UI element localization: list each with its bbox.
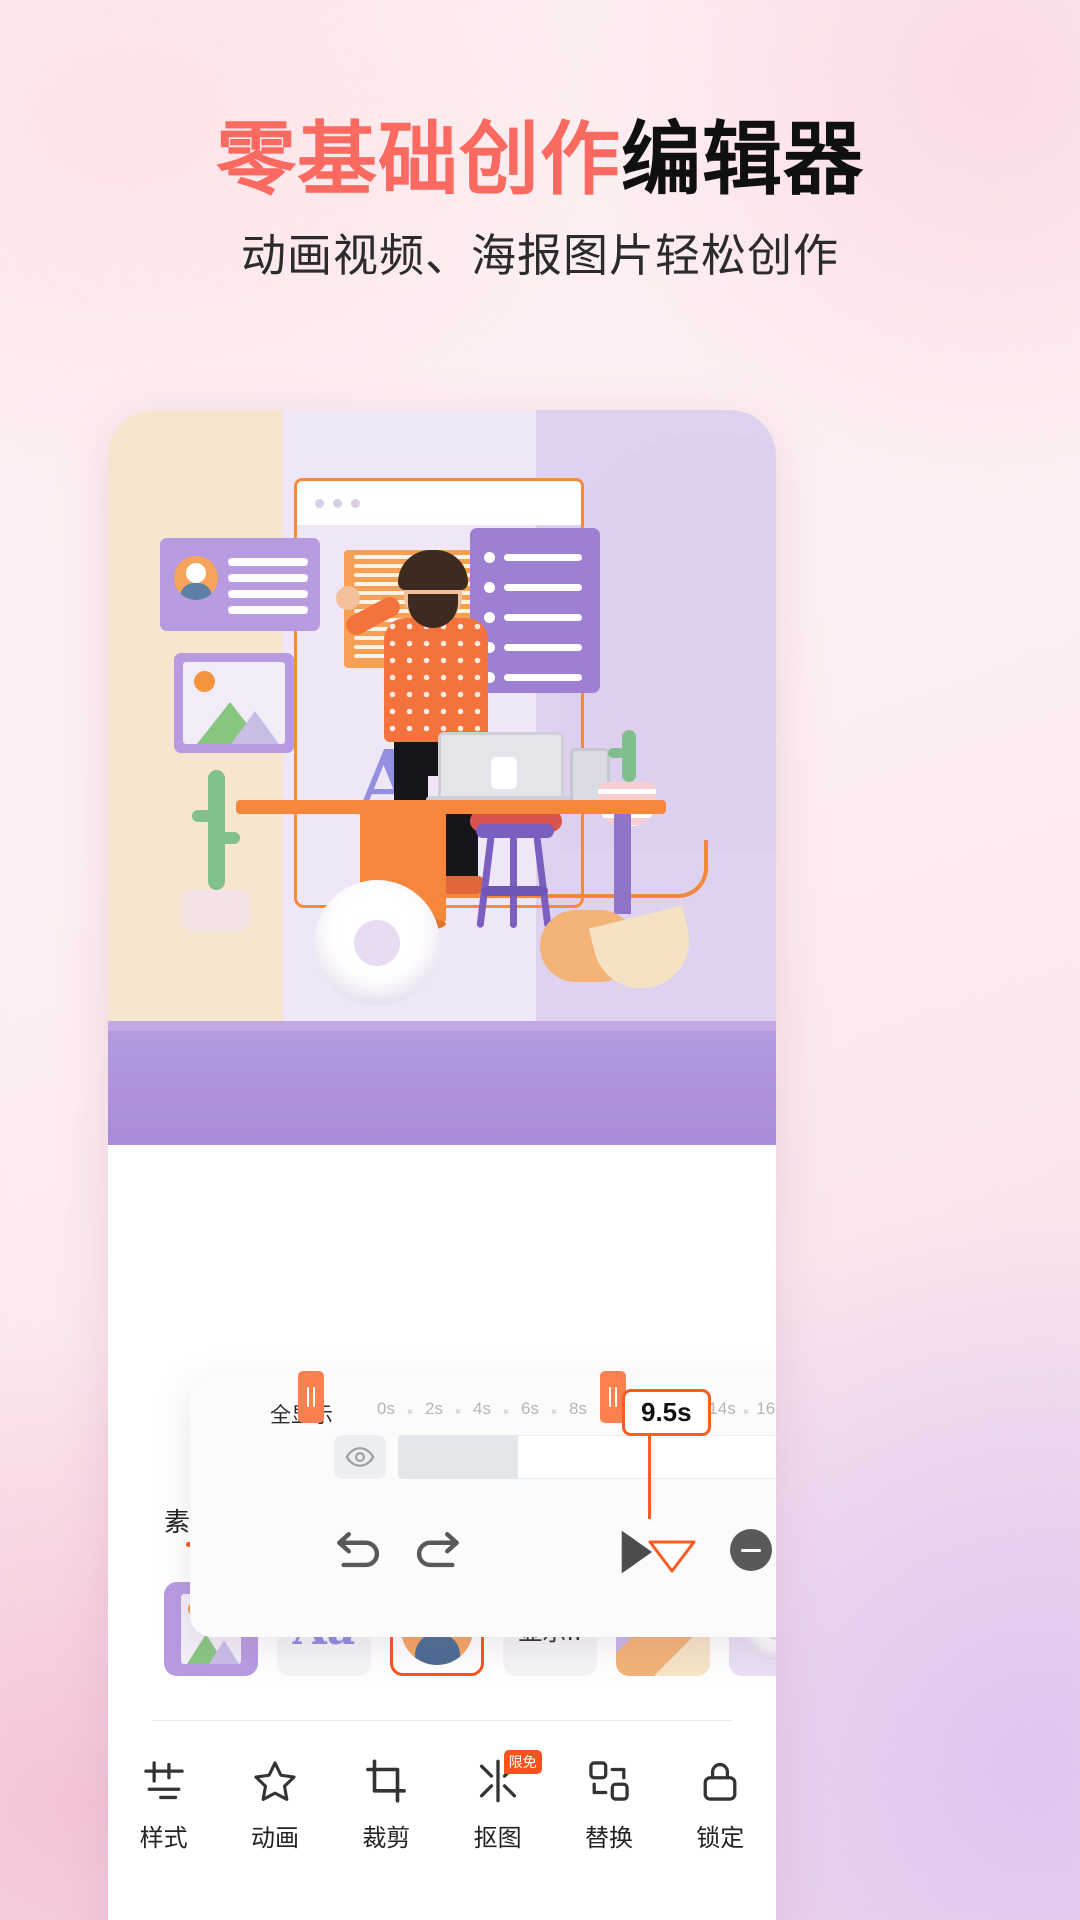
editor-toolbar: 样式 动画 裁剪 限免 抠图 替换 锁定 [108, 1740, 776, 1870]
crop-icon [366, 1758, 407, 1803]
trim-handle-left[interactable] [298, 1371, 324, 1423]
editor-canvas-preview[interactable]: Aa [108, 410, 776, 1145]
desk-leg-graphic [614, 814, 631, 914]
page-title-plain: 编辑器 [621, 113, 864, 206]
layer-visibility-toggle[interactable] [334, 1435, 386, 1479]
play-icon [621, 1530, 653, 1574]
toolbar-divider [152, 1720, 732, 1721]
imac-graphic [438, 732, 564, 804]
tool-lock-label: 锁定 [696, 1823, 745, 1852]
ruler-tick-label: 6s [521, 1399, 539, 1418]
lock-icon [703, 1762, 737, 1801]
undo-icon [337, 1532, 380, 1568]
ruler-tick-dot [503, 1409, 509, 1414]
ruler-tick-label: 2s [425, 1399, 443, 1418]
canvas-floor [108, 1021, 776, 1145]
profile-card-graphic [160, 538, 320, 631]
plant-pot-graphic [182, 890, 250, 932]
ruler-tick-label: 8s [569, 1399, 587, 1418]
style-icon [143, 1760, 184, 1799]
cactus-graphic [190, 770, 242, 900]
tool-animation-label: 动画 [250, 1823, 299, 1852]
eye-icon [345, 1447, 375, 1467]
ruler-tick-dot [743, 1409, 749, 1414]
donut-graphic [314, 880, 440, 1006]
ruler-tick-label: 16s [756, 1399, 776, 1418]
avatar [174, 556, 218, 600]
tool-animation[interactable]: 动画 [219, 1758, 330, 1853]
timeline-ruler[interactable]: 0s2s4s6s8s12s14s16s18s20s [377, 1399, 776, 1425]
tool-cutout-label: 抠图 [473, 1823, 522, 1852]
timeline-panel: 全显示 0s2s4s6s8s12s14s16s18s20s 9.5s [190, 1371, 776, 1637]
page-subtitle: 动画视频、海报图片轻松创作 [240, 229, 839, 283]
timeline-clip[interactable] [518, 1435, 776, 1479]
undo-button[interactable] [330, 1527, 388, 1584]
header: 零基础创作编辑器 动画视频、海报图片轻松创作 [0, 118, 1080, 284]
image-card-graphic [174, 653, 294, 753]
tool-cutout-badge: 限免 [503, 1749, 542, 1774]
playback-controls-row: 20s [190, 1503, 776, 1613]
page-title-accent: 零基础创作 [216, 113, 621, 206]
play-button[interactable] [614, 1527, 658, 1582]
ruler-tick-label: 4s [473, 1399, 491, 1418]
ruler-tick-label: 14s [708, 1399, 736, 1418]
tool-replace-label: 替换 [584, 1823, 633, 1852]
tool-style[interactable]: 样式 [108, 1758, 219, 1853]
tool-lock[interactable]: 锁定 [665, 1758, 776, 1853]
timeline-track[interactable] [398, 1435, 776, 1479]
ruler-tick-dot [407, 1409, 413, 1414]
tool-crop-label: 裁剪 [362, 1823, 411, 1852]
page-title: 零基础创作编辑器 [0, 118, 1080, 201]
star-icon [254, 1760, 296, 1801]
ruler-tick-dot [455, 1409, 461, 1414]
tool-cutout[interactable]: 限免 抠图 [442, 1749, 553, 1853]
redo-button[interactable] [408, 1527, 466, 1584]
desk-graphic [236, 800, 666, 814]
person-body [384, 618, 488, 742]
ruler-tick-dot [551, 1409, 557, 1414]
timeline-ruler-row: 全显示 0s2s4s6s8s12s14s16s18s20s 9.5s [190, 1371, 776, 1573]
tool-crop[interactable]: 裁剪 [331, 1758, 442, 1853]
ruler-tick-label: 0s [377, 1399, 395, 1418]
current-time-badge: 9.5s [622, 1389, 711, 1436]
tool-style-label: 样式 [139, 1823, 188, 1852]
replace-icon [589, 1760, 629, 1801]
browser-titlebar-graphic [294, 478, 584, 525]
tool-replace[interactable]: 替换 [553, 1758, 664, 1853]
redo-icon [416, 1532, 459, 1568]
zoom-out-button[interactable] [730, 1529, 772, 1571]
stool-graphic [476, 824, 554, 929]
small-cactus-graphic [608, 730, 648, 790]
person-hand [336, 586, 360, 610]
list-card-graphic [470, 528, 600, 693]
phone-mockup: Aa [108, 410, 776, 1920]
zoom-stepper: 20s [730, 1529, 776, 1571]
